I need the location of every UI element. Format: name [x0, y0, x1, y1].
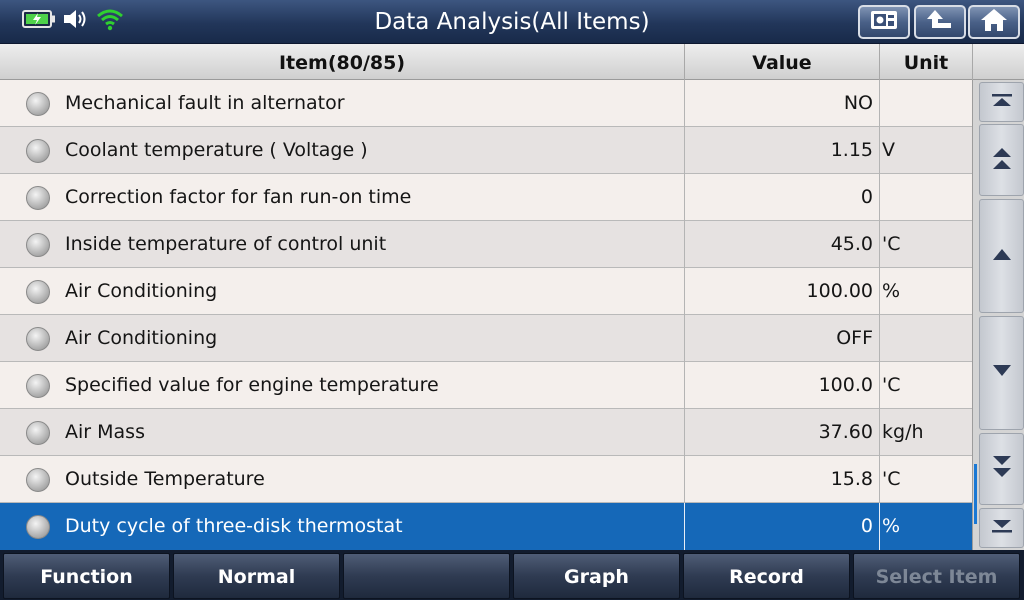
column-header-unit: Unit	[903, 52, 949, 74]
table-row[interactable]: Inside temperature of control unit 45.0 …	[0, 221, 972, 268]
item-name: Coolant temperature ( Voltage )	[65, 139, 368, 161]
radio-button[interactable]	[26, 233, 50, 257]
item-unit	[882, 315, 970, 361]
table-row[interactable]: Specified value for engine temperature 1…	[0, 362, 972, 409]
radio-button[interactable]	[26, 139, 50, 163]
item-name: Specified value for engine temperature	[65, 374, 439, 396]
item-name: Duty cycle of three-disk thermostat	[65, 515, 403, 537]
back-icon	[925, 8, 955, 36]
radio-button[interactable]	[26, 92, 50, 116]
graph-button[interactable]: Graph	[513, 553, 680, 599]
table-row[interactable]: Mechanical fault in alternator NO	[0, 80, 972, 127]
item-unit: 'C	[882, 468, 901, 490]
item-unit	[882, 80, 970, 126]
item-name: Air Conditioning	[65, 280, 218, 302]
radio-button[interactable]	[26, 421, 50, 445]
table-row[interactable]: Air Conditioning 100.00 %	[0, 268, 972, 315]
item-name: Outside Temperature	[65, 468, 265, 490]
column-header-item: Item(80/85)	[278, 52, 406, 74]
page-down-icon	[990, 454, 1014, 484]
item-value: 0	[860, 515, 873, 537]
home-button[interactable]	[968, 5, 1020, 39]
table-row[interactable]: Correction factor for fan run-on time 0	[0, 174, 972, 221]
line-down-icon	[990, 363, 1014, 383]
item-name: Air Mass	[65, 421, 145, 443]
item-unit: 'C	[882, 233, 901, 255]
item-value: OFF	[836, 327, 873, 349]
radio-button[interactable]	[26, 515, 50, 539]
back-button[interactable]	[914, 5, 966, 39]
item-unit	[882, 174, 970, 220]
empty-button[interactable]	[343, 553, 510, 599]
item-value: 37.60	[818, 421, 873, 443]
item-value: 1.15	[830, 139, 873, 161]
item-name: Air Conditioning	[65, 327, 218, 349]
radio-button[interactable]	[26, 327, 50, 351]
table-row-selected[interactable]: Duty cycle of three-disk thermostat 0 %	[0, 503, 972, 550]
title-bar: Data Analysis(All Items)	[0, 0, 1024, 44]
radio-button[interactable]	[26, 374, 50, 398]
function-button[interactable]: Function	[3, 553, 170, 599]
data-table: Mechanical fault in alternator NO Coolan…	[0, 80, 972, 550]
item-name: Mechanical fault in alternator	[65, 92, 345, 114]
function-bar: Function Normal Graph Record Select Item	[0, 550, 1024, 600]
record-button[interactable]: Record	[683, 553, 850, 599]
screenshot-icon	[869, 9, 899, 35]
line-down-button[interactable]	[979, 316, 1024, 430]
table-row[interactable]: Air Mass 37.60 kg/h	[0, 409, 972, 456]
column-header-value: Value	[752, 52, 812, 74]
item-unit: %	[882, 280, 901, 302]
home-icon	[979, 7, 1009, 37]
scroll-bottom-icon	[990, 518, 1014, 538]
item-value: 15.8	[830, 468, 873, 490]
scroll-position-indicator	[974, 464, 977, 524]
scroll-top-icon	[990, 92, 1014, 112]
normal-button[interactable]: Normal	[173, 553, 340, 599]
select-item-button[interactable]: Select Item	[853, 553, 1020, 599]
table-row[interactable]: Air Conditioning OFF	[0, 315, 972, 362]
scroll-bottom-button[interactable]	[979, 508, 1024, 548]
item-value: 100.00	[806, 280, 873, 302]
item-name: Correction factor for fan run-on time	[65, 186, 412, 208]
table-row[interactable]: Coolant temperature ( Voltage ) 1.15 V	[0, 127, 972, 174]
item-value: 0	[860, 186, 873, 208]
item-unit: V	[882, 139, 895, 161]
item-unit: kg/h	[882, 421, 924, 443]
line-up-button[interactable]	[979, 199, 1024, 313]
item-name: Inside temperature of control unit	[65, 233, 387, 255]
item-value: 100.0	[818, 374, 873, 396]
item-unit: 'C	[882, 374, 901, 396]
radio-button[interactable]	[26, 280, 50, 304]
line-up-icon	[990, 246, 1014, 266]
scroll-panel	[972, 80, 1024, 550]
table-row[interactable]: Outside Temperature 15.8 'C	[0, 456, 972, 503]
item-value: NO	[843, 92, 873, 114]
item-unit: %	[882, 515, 901, 537]
page-up-button[interactable]	[979, 124, 1024, 196]
scroll-top-button[interactable]	[979, 82, 1024, 122]
page-up-icon	[990, 145, 1014, 175]
table-header: Item(80/85) Value Unit	[0, 44, 1024, 80]
item-value: 45.0	[830, 233, 873, 255]
radio-button[interactable]	[26, 186, 50, 210]
radio-button[interactable]	[26, 468, 50, 492]
screenshot-button[interactable]	[858, 5, 910, 39]
column-divider	[972, 44, 973, 80]
page-down-button[interactable]	[979, 433, 1024, 505]
